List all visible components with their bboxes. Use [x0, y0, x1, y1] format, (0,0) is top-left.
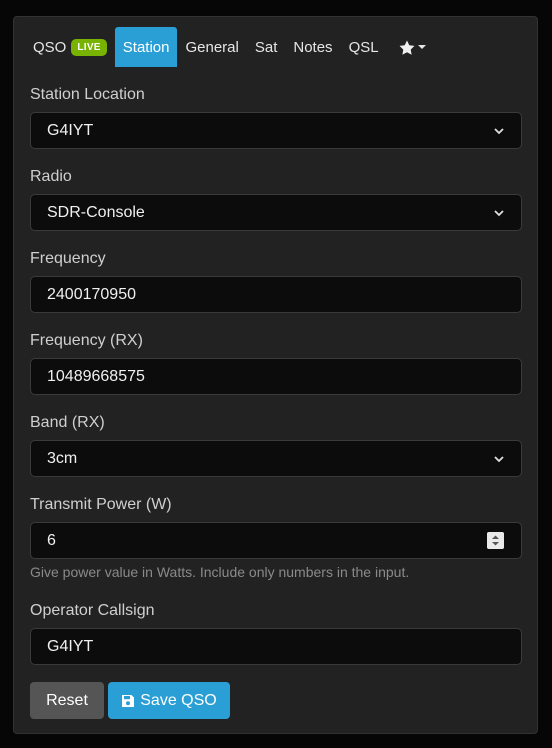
caret-down-icon: [417, 45, 426, 49]
transmit-power-label: Transmit Power (W): [30, 496, 172, 513]
qso-panel: QSO LIVE Station General Sat Notes QSL S…: [13, 16, 538, 734]
tab-qso-label: QSO: [33, 38, 67, 56]
band-rx-select[interactable]: 3cm: [30, 440, 522, 477]
band-rx-label: Band (RX): [30, 414, 105, 431]
frequency-input[interactable]: 2400170950: [30, 276, 522, 313]
operator-callsign-value: G4IYT: [47, 637, 94, 655]
station-location-label: Station Location: [30, 86, 145, 103]
frequency-rx-label: Frequency (RX): [30, 332, 143, 349]
favorites-dropdown[interactable]: [387, 27, 436, 67]
reset-button[interactable]: Reset: [30, 682, 104, 719]
operator-callsign-input[interactable]: G4IYT: [30, 628, 522, 665]
transmit-power-help: Give power value in Watts. Include only …: [30, 564, 410, 580]
save-qso-label: Save QSO: [140, 691, 217, 709]
tab-qsl[interactable]: QSL: [341, 27, 387, 67]
station-location-select[interactable]: G4IYT: [30, 112, 522, 149]
radio-label: Radio: [30, 168, 72, 185]
frequency-rx-input[interactable]: 10489668575: [30, 358, 522, 395]
radio-value: SDR-Console: [47, 203, 145, 221]
save-icon: [122, 694, 135, 707]
tab-general[interactable]: General: [177, 27, 246, 67]
transmit-power-value: 6: [47, 531, 56, 549]
chevron-down-icon: [494, 456, 504, 463]
live-badge: LIVE: [71, 38, 107, 56]
number-spinner[interactable]: [487, 532, 504, 549]
frequency-label: Frequency: [30, 250, 106, 267]
tab-qso[interactable]: QSO LIVE: [25, 27, 115, 67]
transmit-power-input[interactable]: 6: [30, 522, 522, 559]
chevron-down-icon: [494, 128, 504, 135]
tab-notes[interactable]: Notes: [285, 27, 340, 67]
tab-sat[interactable]: Sat: [247, 27, 286, 67]
operator-callsign-label: Operator Callsign: [30, 602, 155, 619]
band-rx-value: 3cm: [47, 449, 78, 467]
station-location-value: G4IYT: [47, 121, 94, 139]
frequency-rx-value: 10489668575: [47, 367, 145, 385]
radio-select[interactable]: SDR-Console: [30, 194, 522, 231]
save-qso-button[interactable]: Save QSO: [108, 682, 230, 719]
chevron-down-icon: [494, 210, 504, 217]
frequency-value: 2400170950: [47, 285, 136, 303]
tab-bar: QSO LIVE Station General Sat Notes QSL: [14, 27, 537, 67]
tab-station[interactable]: Station: [114, 27, 178, 67]
star-icon: [399, 40, 415, 55]
